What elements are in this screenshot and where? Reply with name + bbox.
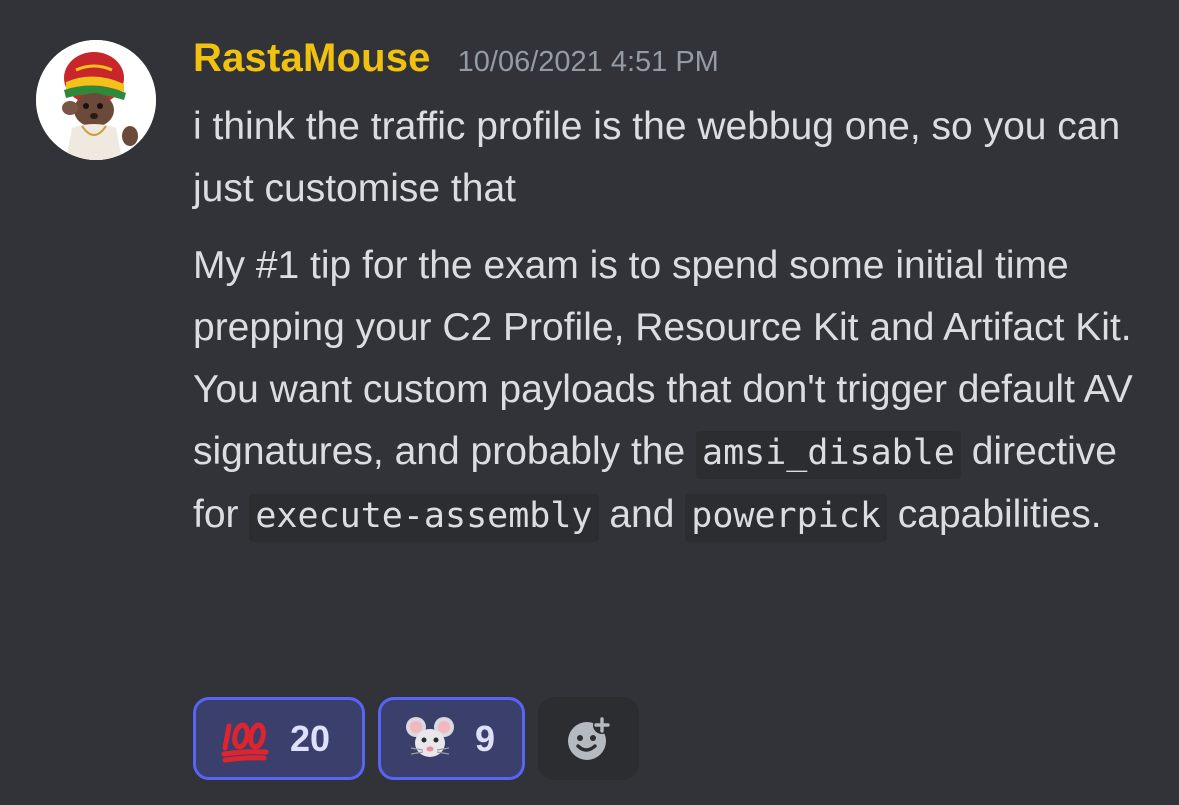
inline-code: execute-assembly <box>249 494 599 542</box>
hundred-points-icon <box>220 714 270 764</box>
reaction-mouse[interactable]: 9 <box>378 697 525 780</box>
message-paragraph: i think the traffic profile is the webbu… <box>193 96 1153 220</box>
inline-code: powerpick <box>685 494 887 542</box>
reaction-hundred[interactable]: 20 <box>193 697 365 780</box>
timestamp[interactable]: 10/06/2021 4:51 PM <box>458 46 719 79</box>
message-content: i think the traffic profile is the webbu… <box>193 96 1153 547</box>
reaction-count: 20 <box>290 717 331 759</box>
inline-code: amsi_disable <box>696 431 961 479</box>
message-text: i think the traffic profile is the webbu… <box>193 105 1121 210</box>
message-header: RastaMouse 10/06/2021 4:51 PM <box>193 36 719 86</box>
reactions-bar: 20 9 <box>193 697 639 780</box>
message-text: and <box>598 493 686 536</box>
message-text: capabilities. <box>886 493 1102 536</box>
user-avatar[interactable] <box>36 40 156 160</box>
rasta-mouse-avatar-icon <box>36 40 156 160</box>
add-reaction-button[interactable] <box>538 697 639 780</box>
add-reaction-icon <box>567 715 611 760</box>
mouse-face-icon <box>405 714 455 764</box>
message-paragraph: My #1 tip for the exam is to spend some … <box>193 235 1153 547</box>
username[interactable]: RastaMouse <box>193 36 431 81</box>
reaction-count: 9 <box>475 717 496 759</box>
chat-message: RastaMouse 10/06/2021 4:51 PM i think th… <box>0 0 1179 805</box>
